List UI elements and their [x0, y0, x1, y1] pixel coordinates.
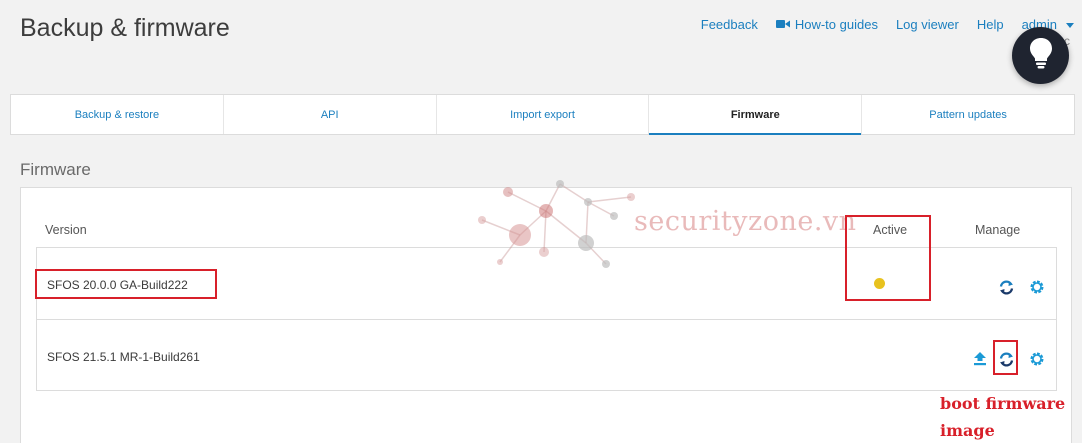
tab-api[interactable]: API [224, 95, 437, 134]
tab-label: Firmware [730, 108, 780, 121]
annotation-line: image [940, 421, 995, 440]
howto-link[interactable]: How-to guides [775, 17, 878, 32]
feedback-label: Feedback [700, 17, 758, 32]
firmware-version: SFOS 21.5.1 MR-1-Build261 [47, 350, 200, 364]
help-label: Help [976, 17, 1004, 32]
firmware-settings-button[interactable] [1028, 350, 1046, 368]
tab-bar: Backup & restore API Import export Firmw… [10, 94, 1075, 135]
upload-firmware-button[interactable] [971, 350, 989, 368]
boot-firmware-button[interactable] [997, 350, 1015, 368]
video-camera-icon [775, 17, 790, 32]
tab-import-export[interactable]: Import export [437, 95, 650, 134]
annotation-line: boot firmware [940, 394, 1066, 413]
howto-label: How-to guides [794, 17, 878, 32]
help-link[interactable]: Help [977, 17, 1004, 32]
gear-icon [1030, 280, 1044, 294]
tab-label: Pattern updates [929, 108, 1007, 121]
chevron-down-icon [1066, 23, 1074, 28]
lightbulb-icon [1029, 37, 1053, 74]
top-nav: Feedback How-to guides Log viewer Help a… [701, 17, 1074, 32]
firmware-panel: Version Active Manage SFOS 20.0.0 GA-Bui… [20, 187, 1072, 443]
log-viewer-label: Log viewer [895, 17, 959, 32]
tips-button[interactable] [1012, 27, 1069, 84]
upload-icon [974, 352, 986, 366]
firmware-version: SFOS 20.0.0 GA-Build222 [47, 278, 188, 292]
gear-icon [1030, 352, 1044, 366]
page-title: Backup & firmware [20, 14, 230, 42]
tab-backup-restore[interactable]: Backup & restore [11, 95, 224, 134]
boot-firmware-button[interactable] [997, 278, 1015, 296]
firmware-row: SFOS 21.5.1 MR-1-Build261 [36, 319, 1057, 391]
tab-label: Backup & restore [74, 108, 160, 121]
column-header-version: Version [45, 223, 87, 237]
feedback-link[interactable]: Feedback [701, 17, 758, 32]
log-viewer-link[interactable]: Log viewer [896, 17, 959, 32]
firmware-settings-button[interactable] [1028, 278, 1046, 296]
column-header-active: Active [873, 223, 908, 237]
column-header-manage: Manage [975, 223, 1021, 237]
tab-pattern-updates[interactable]: Pattern updates [862, 95, 1074, 134]
refresh-boot-icon [999, 351, 1013, 367]
tab-label: Import export [510, 108, 575, 121]
active-indicator [874, 278, 885, 289]
tab-firmware[interactable]: Firmware [649, 95, 863, 135]
annotation-text: boot firmware image [940, 390, 1065, 443]
firmware-row: SFOS 20.0.0 GA-Build222 [36, 247, 1057, 320]
tab-label: API [320, 108, 339, 121]
section-title: Firmware [20, 160, 91, 179]
refresh-boot-icon [999, 279, 1013, 295]
